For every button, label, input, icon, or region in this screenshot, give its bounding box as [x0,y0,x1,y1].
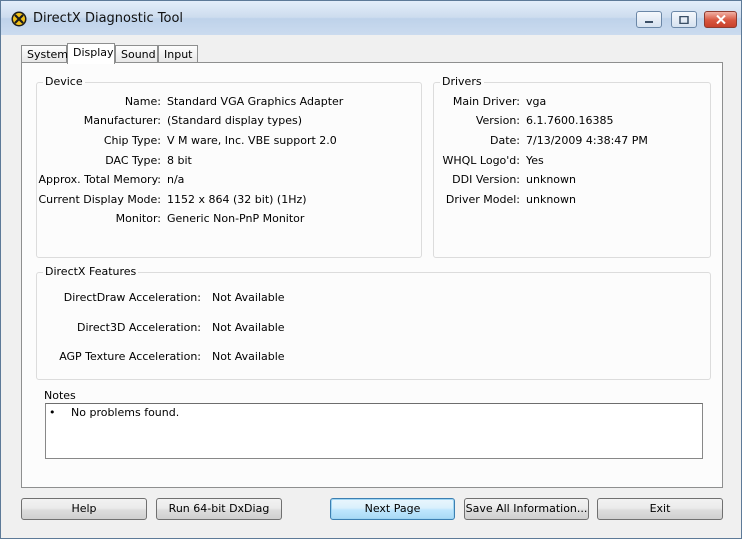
tab-sound[interactable]: Sound [115,45,158,63]
feature-value: Not Available [212,350,285,363]
display-tab-panel: Device Name: Standard VGA Graphics Adapt… [21,62,723,488]
minimize-button[interactable] [636,11,662,28]
device-label: Approx. Total Memory: [38,173,162,186]
directx-features-group: DirectX Features DirectDraw Acceleration… [36,265,711,380]
close-button[interactable] [704,11,737,28]
next-button-label: Next Page [364,502,421,515]
device-value: 1152 x 864 (32 bit) (1Hz) [167,193,307,206]
driver-label: Main Driver: [452,95,520,108]
driver-value: 6.1.7600.16385 [526,114,614,127]
run-64bit-dxdiag-button[interactable]: Run 64-bit DxDiag [156,498,282,520]
dxdiag-window: DirectX Diagnostic Tool System Display S… [0,0,742,539]
device-value: (Standard display types) [167,114,302,127]
exit-button-label: Exit [649,502,671,515]
feature-value: Not Available [212,291,285,304]
title-bar[interactable]: DirectX Diagnostic Tool [1,1,741,35]
bullet-icon: • [49,406,56,419]
directx-x-icon [11,11,27,27]
driver-label: Driver Model: [445,193,520,206]
maximize-icon [679,15,689,24]
close-icon [715,15,726,24]
driver-label: DDI Version: [452,173,520,186]
features-group-title: DirectX Features [43,265,139,278]
feature-label: AGP Texture Acceleration: [59,350,201,363]
driver-value: vga [526,95,547,108]
device-group: Device Name: Standard VGA Graphics Adapt… [36,75,422,258]
maximize-button[interactable] [671,11,697,28]
tab-system[interactable]: System [21,45,68,63]
window-title: DirectX Diagnostic Tool [33,11,184,26]
device-label: Current Display Mode: [38,193,161,206]
device-value: V M ware, Inc. VBE support 2.0 [167,134,337,147]
save-all-information-button[interactable]: Save All Information... [464,498,589,520]
device-label: Chip Type: [103,134,161,147]
drivers-group: Drivers Main Driver: vga Version: 6.1.76… [433,75,711,258]
feature-value: Not Available [212,321,285,334]
driver-value: unknown [526,173,576,186]
help-button[interactable]: Help [21,498,147,520]
note-item: No problems found. [71,406,180,419]
minimize-icon [645,20,653,23]
notes-textbox[interactable]: • No problems found. [45,403,703,459]
save-button-label: Save All Information... [465,502,588,515]
device-value: 8 bit [167,154,192,167]
device-label: Monitor: [115,212,161,225]
feature-label: DirectDraw Acceleration: [63,291,201,304]
tab-input[interactable]: Input [158,45,198,63]
driver-label: WHQL Logo'd: [442,154,520,167]
driver-value: unknown [526,193,576,206]
device-label: Name: [124,95,161,108]
driver-label: Date: [490,134,520,147]
device-value: Generic Non-PnP Monitor [167,212,305,225]
driver-value: 7/13/2009 4:38:47 PM [526,134,648,147]
tab-display[interactable]: Display [67,43,115,64]
device-label: DAC Type: [105,154,161,167]
next-page-button[interactable]: Next Page [330,498,455,520]
driver-value: Yes [526,154,544,167]
run64-button-label: Run 64-bit DxDiag [168,502,270,515]
device-group-title: Device [43,75,85,88]
feature-label: Direct3D Acceleration: [77,321,201,334]
help-button-label: Help [71,502,97,515]
device-label: Manufacturer: [83,114,161,127]
drivers-group-title: Drivers [440,75,484,88]
driver-label: Version: [475,114,520,127]
exit-button[interactable]: Exit [597,498,723,520]
notes-group-title: Notes [42,389,78,402]
device-value: Standard VGA Graphics Adapter [167,95,344,108]
device-value: n/a [167,173,185,186]
